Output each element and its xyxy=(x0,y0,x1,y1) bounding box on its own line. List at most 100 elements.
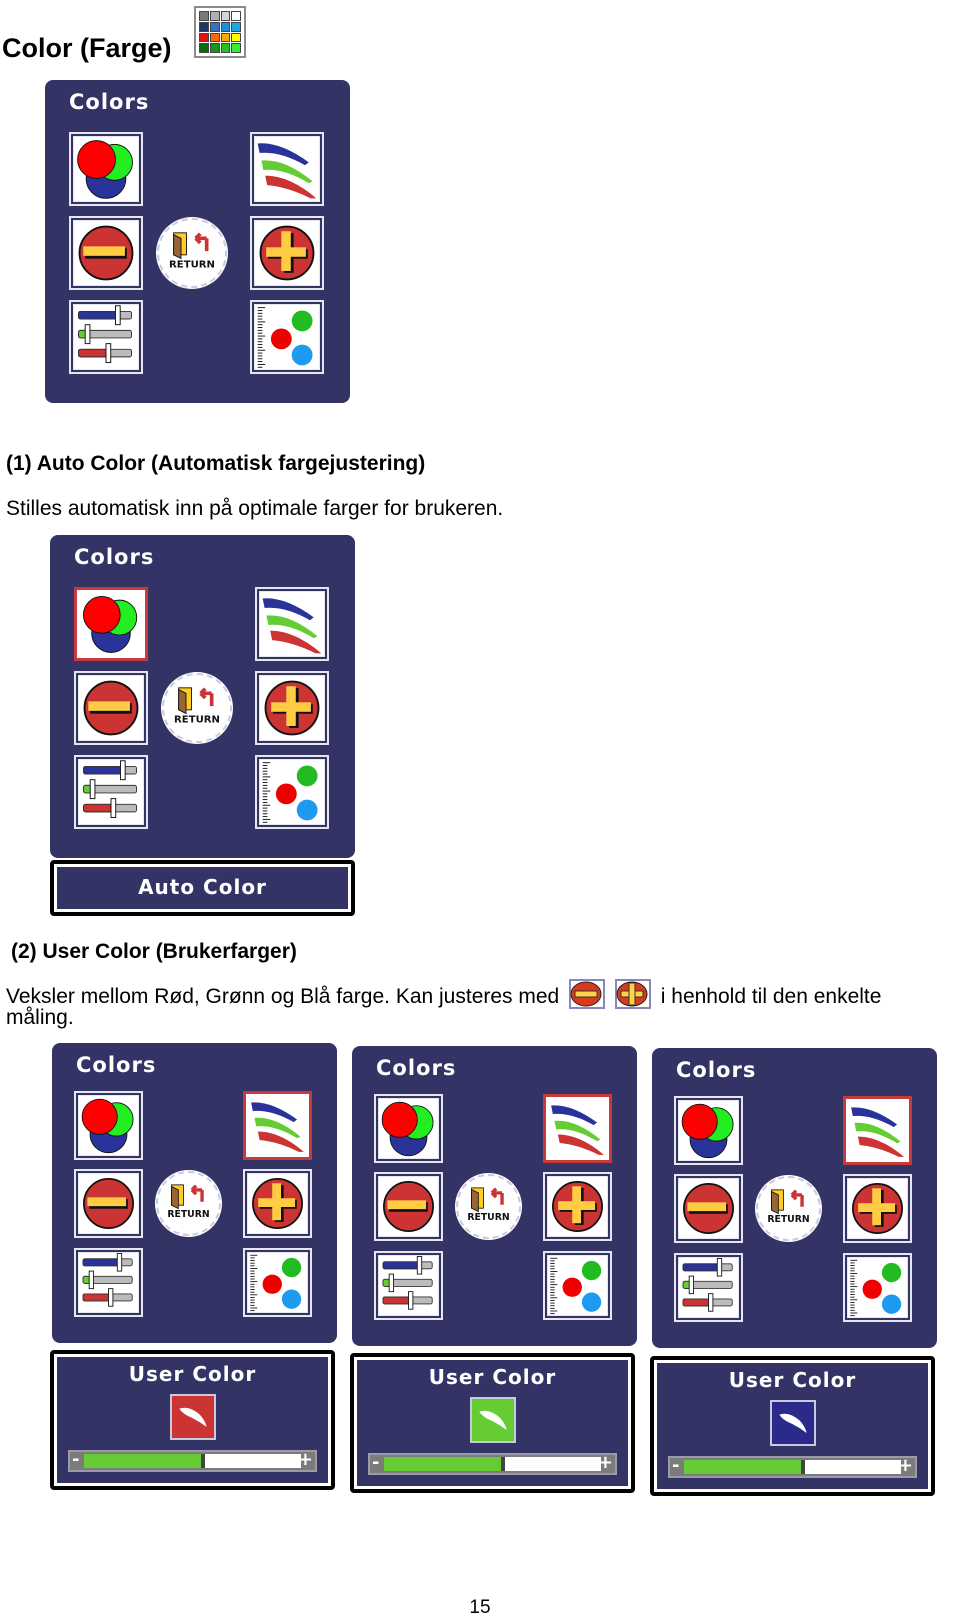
status-bar-auto-color: Auto Color xyxy=(50,860,355,916)
return-button[interactable]: RETURN xyxy=(162,673,232,743)
slider-knob[interactable] xyxy=(201,1454,206,1468)
section-heading-auto-color: (1) Auto Color (Automatisk fargejusterin… xyxy=(6,452,426,475)
decrease-button[interactable] xyxy=(74,671,148,745)
palette-swatch xyxy=(231,21,241,32)
color-dots-button[interactable] xyxy=(255,755,329,829)
return-label: RETURN xyxy=(167,1209,209,1220)
color-dots-button[interactable] xyxy=(243,1248,312,1317)
panel-title: Colors xyxy=(69,90,150,114)
decrease-button[interactable] xyxy=(674,1174,743,1243)
section-heading-user-color: (2) User Color (Brukerfarger) xyxy=(11,940,297,963)
page-title: Color (Farge) xyxy=(2,33,172,63)
return-label: RETURN xyxy=(169,260,215,271)
return-button[interactable]: RETURN xyxy=(756,1176,821,1241)
slider-plus[interactable]: + xyxy=(898,1455,913,1476)
return-button[interactable]: RETURN xyxy=(456,1174,521,1239)
section-text-user-color: Veksler mellom Rød, Grønn og Blå farge. … xyxy=(6,979,881,1009)
color-level-slider[interactable]: - + xyxy=(68,1449,317,1472)
return-label: RETURN xyxy=(767,1214,809,1225)
return-label: RETURN xyxy=(467,1212,509,1223)
section-text-wrap: måling. xyxy=(6,1006,74,1029)
color-dots-button[interactable] xyxy=(843,1253,912,1322)
osd-colors-panel: Colors RETURN xyxy=(652,1048,937,1348)
color-channel-swatch xyxy=(469,1397,516,1443)
auto-color-button[interactable] xyxy=(74,587,148,661)
slider-plus[interactable]: + xyxy=(298,1449,313,1470)
return-button[interactable]: RETURN xyxy=(156,1171,221,1236)
increase-button[interactable] xyxy=(255,671,329,745)
osd-colors-panel: Colors RETURN xyxy=(50,535,355,858)
palette-swatch xyxy=(199,32,209,43)
palette-swatch xyxy=(231,11,241,21)
palette-swatch xyxy=(220,21,231,32)
color-sliders-button[interactable] xyxy=(674,1253,743,1322)
status-label: User Color xyxy=(428,1365,557,1389)
user-color-button[interactable] xyxy=(255,587,329,661)
user-color-button[interactable] xyxy=(250,132,324,206)
increase-button[interactable] xyxy=(243,1169,312,1238)
slider-fill xyxy=(84,1454,204,1468)
panel-title: Colors xyxy=(74,545,155,569)
slider-minus[interactable]: - xyxy=(672,1455,679,1476)
brush-stroke-icon xyxy=(778,1413,807,1434)
slider-knob[interactable] xyxy=(801,1460,806,1474)
panel-title: Colors xyxy=(376,1056,457,1080)
increase-button[interactable] xyxy=(250,216,324,290)
color-level-slider[interactable]: - + xyxy=(368,1452,617,1475)
palette-swatch xyxy=(199,11,209,21)
slider-fill xyxy=(384,1457,504,1471)
slider-knob[interactable] xyxy=(501,1457,506,1471)
status-bar-user-color-blue: User Color - + xyxy=(650,1356,935,1496)
status-bar-user-color-red: User Color - + xyxy=(50,1350,335,1490)
status-label: User Color xyxy=(728,1368,857,1392)
panel-title: Colors xyxy=(676,1058,757,1082)
auto-color-button[interactable] xyxy=(674,1096,743,1165)
text-before: Veksler mellom Rød, Grønn og Blå farge. … xyxy=(6,985,560,1008)
palette-swatch xyxy=(220,11,231,21)
user-color-button[interactable] xyxy=(543,1094,612,1163)
minus-icon xyxy=(569,979,606,1009)
color-sliders-button[interactable] xyxy=(74,755,148,829)
slider-minus[interactable]: - xyxy=(72,1449,79,1470)
palette-swatch xyxy=(220,43,231,53)
palette-swatch xyxy=(209,43,220,53)
plus-icon xyxy=(614,979,651,1009)
status-label: Auto Color xyxy=(138,875,267,899)
user-color-button[interactable] xyxy=(843,1096,912,1165)
slider-fill xyxy=(684,1460,804,1474)
return-button[interactable]: RETURN xyxy=(157,218,227,288)
increase-button[interactable] xyxy=(543,1172,612,1241)
decrease-button[interactable] xyxy=(74,1169,143,1238)
auto-color-button[interactable] xyxy=(74,1091,143,1160)
status-bar-user-color-green: User Color - + xyxy=(350,1353,635,1493)
auto-color-button[interactable] xyxy=(69,132,143,206)
color-palette-icon xyxy=(194,6,246,58)
slider-minus[interactable]: - xyxy=(372,1452,379,1473)
auto-color-button[interactable] xyxy=(374,1094,443,1163)
palette-swatch xyxy=(231,43,241,53)
color-sliders-button[interactable] xyxy=(69,300,143,374)
palette-swatch xyxy=(209,21,220,32)
osd-colors-panel: Colors RETURN xyxy=(45,80,350,403)
color-level-slider[interactable]: - + xyxy=(668,1455,917,1478)
color-dots-button[interactable] xyxy=(543,1251,612,1320)
brush-stroke-icon xyxy=(178,1407,207,1428)
status-label: User Color xyxy=(128,1362,257,1386)
osd-colors-panel: Colors RETURN xyxy=(52,1043,337,1343)
color-channel-swatch xyxy=(769,1400,816,1446)
osd-colors-panel: Colors RETURN xyxy=(352,1046,637,1346)
decrease-button[interactable] xyxy=(69,216,143,290)
color-sliders-button[interactable] xyxy=(374,1251,443,1320)
return-label: RETURN xyxy=(174,715,220,726)
increase-button[interactable] xyxy=(843,1174,912,1243)
color-dots-button[interactable] xyxy=(250,300,324,374)
color-channel-swatch xyxy=(169,1394,216,1440)
color-sliders-button[interactable] xyxy=(74,1248,143,1317)
slider-plus[interactable]: + xyxy=(598,1452,613,1473)
text-after: i henhold til den enkelte xyxy=(660,985,882,1008)
panel-title: Colors xyxy=(76,1053,157,1077)
decrease-button[interactable] xyxy=(374,1172,443,1241)
palette-swatch xyxy=(209,32,220,43)
section-text-auto-color: Stilles automatisk inn på optimale farge… xyxy=(6,497,504,520)
user-color-button[interactable] xyxy=(243,1091,312,1160)
